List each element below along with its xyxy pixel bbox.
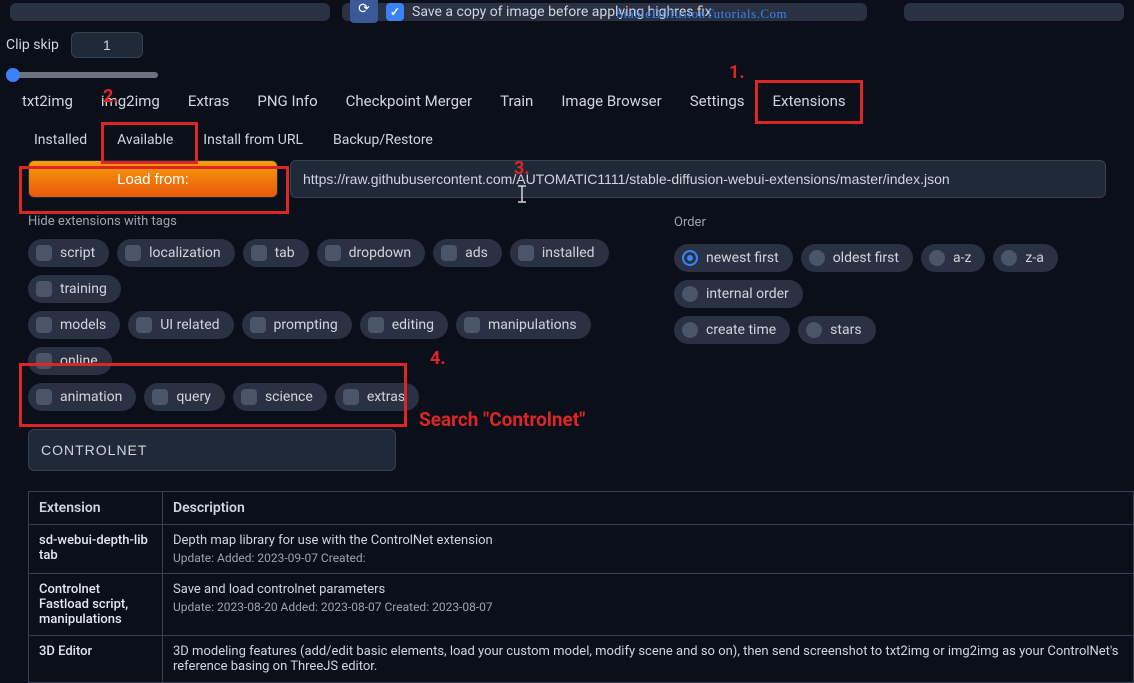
tag-training[interactable]: training <box>28 275 121 303</box>
watermark: StableDiffusionTutorials.Com <box>616 6 787 22</box>
vae-bar: ⟳ Save a copy of image before applying h… <box>342 3 867 21</box>
col-extension: Extension <box>29 492 163 525</box>
tag-installed[interactable]: installed <box>510 239 609 267</box>
tag-manipulations[interactable]: manipulations <box>456 311 591 339</box>
tab-extras[interactable]: Extras <box>188 92 230 110</box>
tab-image-browser[interactable]: Image Browser <box>561 92 661 110</box>
load-from-button[interactable]: Load from: <box>28 160 278 198</box>
table-row[interactable]: sd-webui-depth-lib tab Depth map library… <box>29 525 1134 574</box>
order-label: Order <box>674 215 1106 230</box>
clip-skip-label: Clip skip <box>6 37 59 53</box>
subtab-installed[interactable]: Installed <box>34 132 87 148</box>
order-stars[interactable]: stars <box>798 316 875 344</box>
tag-script[interactable]: script <box>28 239 109 267</box>
subtab-install-url[interactable]: Install from URL <box>203 132 303 148</box>
tab-img2img[interactable]: img2img <box>101 92 160 110</box>
clip-skip-input[interactable] <box>71 32 143 58</box>
tab-checkpoint-merger[interactable]: Checkpoint Merger <box>346 92 472 110</box>
col-description: Description <box>163 492 1134 525</box>
model-selector[interactable] <box>10 3 330 21</box>
order-za[interactable]: z-a <box>993 244 1057 272</box>
tab-settings[interactable]: Settings <box>690 92 745 110</box>
tag-dropdown[interactable]: dropdown <box>317 239 425 267</box>
order-oldest[interactable]: oldest first <box>801 244 913 272</box>
main-tabs: txt2img img2img Extras PNG Info Checkpoi… <box>0 78 1134 122</box>
subtab-available[interactable]: Available <box>117 132 173 148</box>
tag-ui-related[interactable]: UI related <box>128 311 233 339</box>
order-internal[interactable]: internal order <box>674 280 803 308</box>
order-newest[interactable]: newest first <box>674 244 793 272</box>
tag-science[interactable]: science <box>233 383 327 411</box>
results-table: Extension Description sd-webui-depth-lib… <box>28 491 1134 683</box>
subtab-backup[interactable]: Backup/Restore <box>333 132 433 148</box>
table-row[interactable]: 3D Editor 3D modeling features (add/edit… <box>29 636 1134 683</box>
tag-prompting[interactable]: prompting <box>242 311 352 339</box>
order-create-time[interactable]: create time <box>674 316 790 344</box>
tag-ads[interactable]: ads <box>433 239 502 267</box>
order-az[interactable]: a-z <box>921 244 985 272</box>
save-copy-checkbox[interactable] <box>386 3 404 21</box>
tag-models[interactable]: models <box>28 311 120 339</box>
tab-txt2img[interactable]: txt2img <box>22 92 73 110</box>
sub-tabs: Installed Available Install from URL Bac… <box>0 122 1134 160</box>
tab-pnginfo[interactable]: PNG Info <box>257 92 317 110</box>
tag-tab[interactable]: tab <box>243 239 309 267</box>
tag-extras[interactable]: extras <box>335 383 419 411</box>
refresh-icon[interactable]: ⟳ <box>350 0 378 23</box>
clip-skip-slider[interactable] <box>6 72 158 78</box>
tab-train[interactable]: Train <box>500 92 533 110</box>
tag-animation[interactable]: animation <box>28 383 136 411</box>
tab-extensions[interactable]: Extensions <box>773 92 846 110</box>
search-input[interactable] <box>28 429 396 471</box>
table-row[interactable]: Controlnet Fastload script, manipulation… <box>29 574 1134 636</box>
tag-query[interactable]: query <box>144 383 225 411</box>
slider-thumb[interactable] <box>6 68 20 82</box>
tag-localization[interactable]: localization <box>117 239 234 267</box>
hide-tags-label: Hide extensions with tags <box>28 214 177 229</box>
tag-editing[interactable]: editing <box>360 311 448 339</box>
url-input[interactable] <box>290 160 1106 198</box>
right-box <box>904 3 1124 21</box>
tag-online[interactable]: online <box>28 347 112 375</box>
